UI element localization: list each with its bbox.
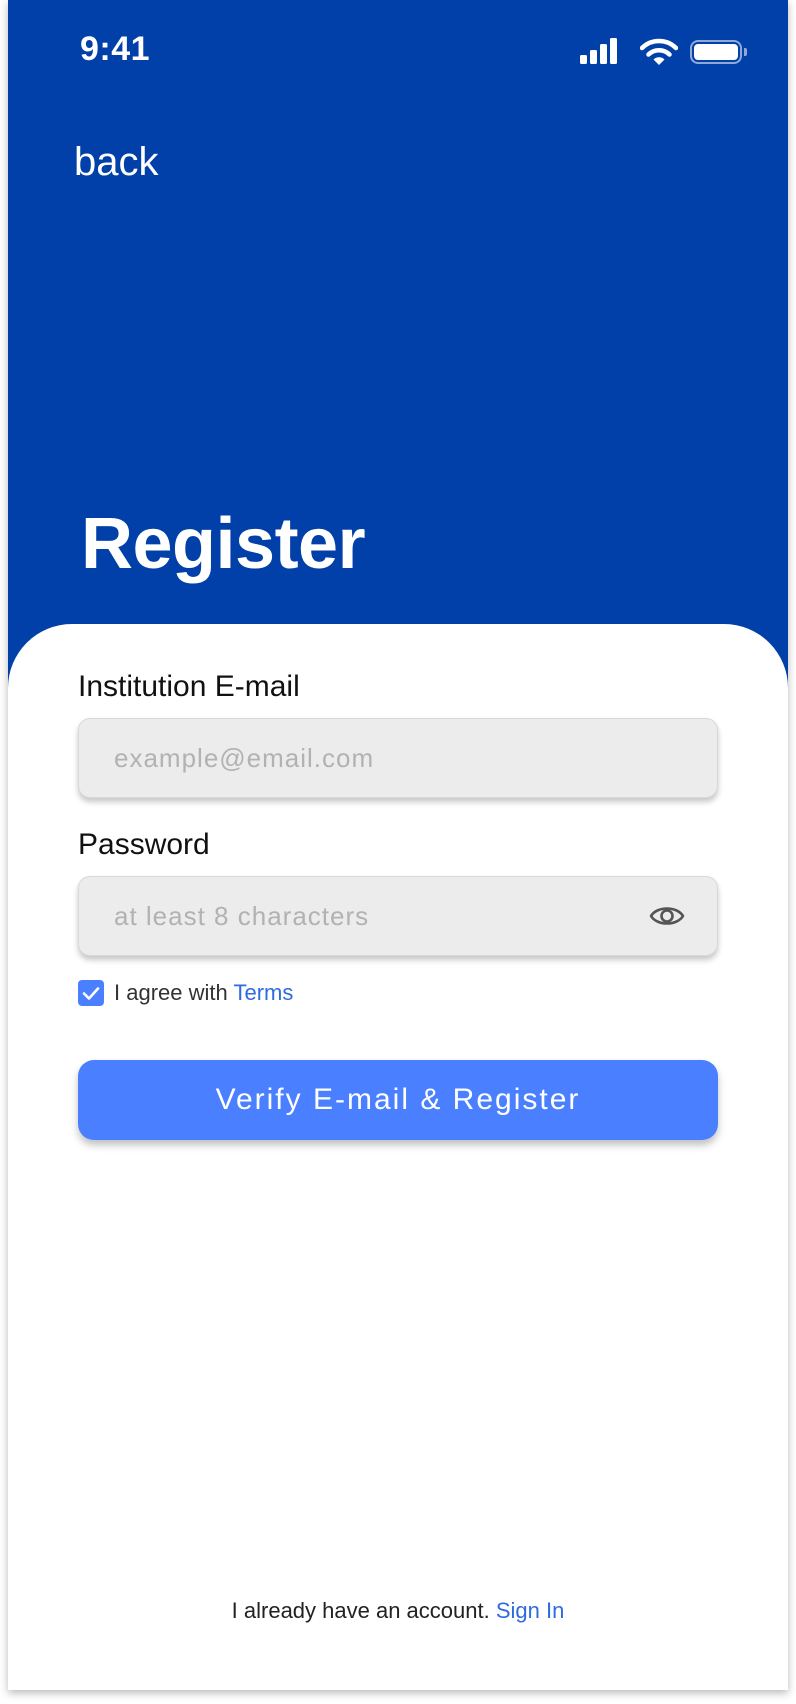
sign-in-prompt-text: I already have an account.: [231, 1598, 490, 1623]
terms-text: I agree with Terms: [114, 980, 293, 1006]
back-button[interactable]: back: [74, 140, 159, 185]
terms-checkbox[interactable]: [78, 980, 104, 1006]
header-banner: 9:41 back Register: [8, 0, 788, 700]
wifi-icon: [640, 38, 678, 65]
sign-in-link[interactable]: Sign In: [496, 1598, 565, 1623]
email-field-container: [78, 718, 718, 798]
email-label: Institution E-mail: [78, 670, 300, 703]
signal-icon: [580, 36, 620, 64]
sign-in-prompt: I already have an account. Sign In: [8, 1598, 788, 1624]
password-field[interactable]: [79, 877, 717, 955]
verify-register-button[interactable]: Verify E-mail & Register: [78, 1060, 718, 1140]
status-time: 9:41: [80, 30, 151, 68]
email-field[interactable]: [79, 719, 717, 797]
page-title: Register: [81, 504, 366, 584]
terms-prefix: I agree with: [114, 980, 228, 1005]
check-icon: [82, 987, 100, 1000]
phone-screen: 9:41 back Register Institution E-mail Pa…: [8, 0, 788, 1690]
eye-icon[interactable]: [649, 901, 685, 931]
password-field-container: [78, 876, 718, 956]
password-label: Password: [78, 828, 210, 861]
terms-link[interactable]: Terms: [233, 980, 293, 1005]
battery-icon: [690, 40, 747, 64]
